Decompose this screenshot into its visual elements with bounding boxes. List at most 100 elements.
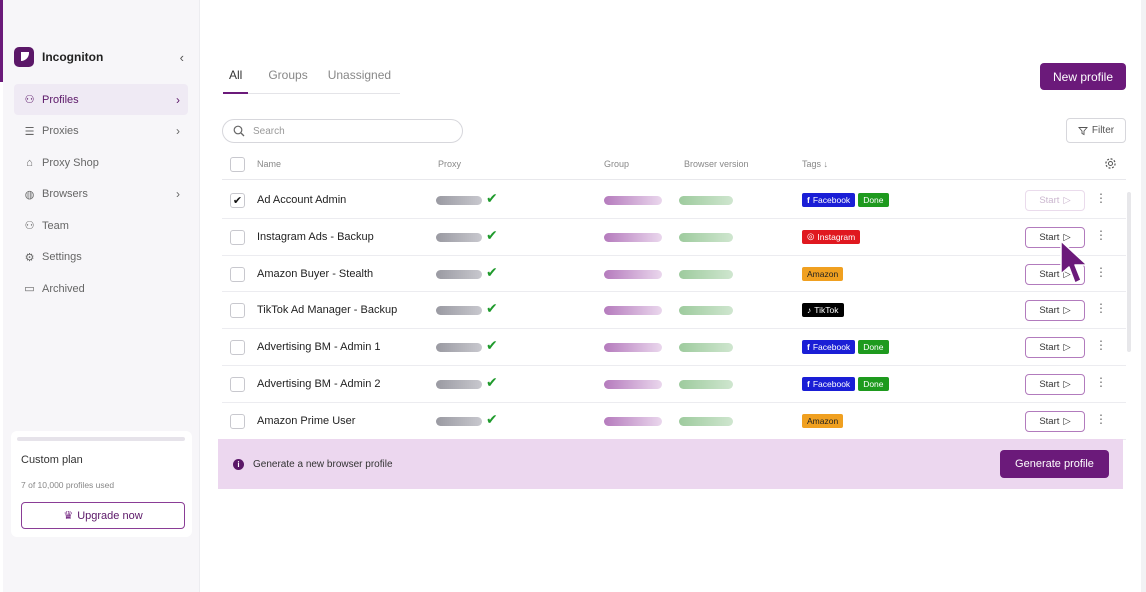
row-checkbox[interactable]: ✔ [230, 193, 245, 208]
row-menu-kebab-icon[interactable]: ⋮ [1095, 191, 1107, 205]
start-button[interactable]: Start ▷ [1025, 373, 1085, 395]
upgrade-label: Upgrade now [77, 509, 143, 522]
header-group[interactable]: Group [604, 159, 629, 169]
sidebar-item-browsers[interactable]: ◍ Browsers › [14, 179, 188, 210]
row-checkbox[interactable] [230, 413, 245, 429]
table-row[interactable]: Amazon Buyer - Stealth ✔ Amazon Start ▷ ⋮ [222, 256, 1126, 293]
profile-name[interactable]: TikTok Ad Manager - Backup [257, 304, 397, 316]
row-menu-kebab-icon[interactable]: ⋮ [1095, 265, 1107, 279]
collapse-sidebar-icon[interactable]: ‹ [180, 50, 184, 65]
start-button[interactable]: Start ▷ [1025, 410, 1085, 432]
row-menu-kebab-icon[interactable]: ⋮ [1095, 412, 1107, 426]
select-all-checkbox[interactable] [230, 157, 245, 172]
start-label: Start [1039, 305, 1060, 317]
window-edge [1141, 0, 1146, 592]
table-row[interactable]: TikTok Ad Manager - Backup ✔ ♪ TikTok Start ▷… [222, 292, 1126, 330]
tags-cell: f Facebook Done [802, 340, 889, 355]
row-checkbox[interactable] [230, 376, 245, 392]
tag-badge[interactable]: Done [858, 376, 889, 391]
list-icon: ☰ [24, 125, 35, 138]
start-label: Start [1039, 268, 1060, 280]
tag-badge[interactable]: ◎ Instagram [802, 229, 861, 244]
new-profile-button[interactable]: New profile [1040, 63, 1126, 90]
tag-badge[interactable]: f Facebook [802, 193, 856, 207]
tag-badge[interactable]: Amazon [802, 413, 844, 428]
instagram-icon: ◎ [807, 231, 815, 242]
table-row[interactable]: Amazon Prime User ✔ Amazon Start ▷ ⋮ [222, 403, 1126, 440]
app-name: Incogniton [42, 50, 104, 64]
tag-badge[interactable]: ♪ TikTok [802, 303, 844, 318]
proxy-indicator [436, 416, 482, 426]
play-icon: ▷ [1063, 378, 1071, 390]
generate-profile-button[interactable]: Generate profile [1000, 450, 1109, 478]
upgrade-button[interactable]: ♛ Upgrade now [21, 502, 185, 529]
tags-cell: Amazon [802, 266, 844, 281]
profile-name[interactable]: Amazon Buyer - Stealth [257, 268, 373, 280]
profile-name[interactable]: Ad Account Admin [257, 194, 346, 206]
row-menu-kebab-icon[interactable]: ⋮ [1095, 375, 1107, 389]
tag-badge[interactable]: Done [858, 193, 889, 207]
banner-text: Generate a new browser profile [253, 459, 393, 470]
table-scrollbar[interactable] [1127, 192, 1131, 352]
row-menu-kebab-icon[interactable]: ⋮ [1095, 301, 1107, 315]
tab-groups[interactable]: Groups [268, 66, 307, 94]
tag-label: Amazon [807, 415, 839, 426]
proxy-indicator [436, 196, 482, 205]
search-box[interactable] [222, 119, 463, 143]
team-icon: ⚇ [24, 220, 35, 232]
filter-label: Filter [1091, 125, 1115, 136]
sidebar-nav: ⚇ Profiles › ☰ Proxies › ⌂ Proxy Shop ◍ Browsers ›… [14, 84, 188, 305]
profiles-table-body: ✔ Ad Account Admin ✔ f Facebook Done Start ▷ ⋮ In… [222, 182, 1126, 440]
header-name[interactable]: Name [257, 159, 281, 169]
crown-icon: ♛ [63, 510, 74, 522]
row-menu-kebab-icon[interactable]: ⋮ [1095, 338, 1107, 352]
start-button[interactable]: Start ▷ [1025, 190, 1085, 211]
search-icon [233, 125, 245, 137]
start-button[interactable]: Start ▷ [1025, 300, 1085, 322]
header-proxy[interactable]: Proxy [438, 159, 461, 169]
header-browser-version[interactable]: Browser version [684, 159, 749, 169]
proxy-ok-check-icon: ✔ [486, 337, 498, 354]
table-row[interactable]: Advertising BM - Admin 1 ✔ f Facebook Done St… [222, 329, 1126, 366]
row-checkbox[interactable] [230, 340, 245, 356]
plan-card: Custom plan 7 of 10,000 profiles used ♛ … [11, 431, 192, 537]
info-icon: i [233, 459, 244, 470]
sidebar-item-team[interactable]: ⚇ Team [14, 210, 188, 241]
sidebar-item-profiles[interactable]: ⚇ Profiles › [14, 84, 188, 115]
play-icon: ▷ [1063, 415, 1071, 427]
profile-name[interactable]: Amazon Prime User [257, 415, 355, 427]
sidebar-item-archived[interactable]: ▭ Archived [14, 273, 188, 304]
row-checkbox[interactable] [230, 229, 245, 245]
browser-version-indicator [679, 379, 733, 389]
chevron-right-icon: › [176, 124, 180, 138]
column-settings-gear-icon[interactable] [1104, 157, 1117, 170]
table-row[interactable]: Instagram Ads - Backup ✔ ◎ Instagram Start ▷ ⋮ [222, 219, 1126, 256]
row-menu-kebab-icon[interactable]: ⋮ [1095, 228, 1107, 242]
header-tags[interactable]: Tags ↓ [802, 159, 828, 169]
group-indicator [604, 416, 662, 426]
tab-all[interactable]: All [223, 66, 249, 94]
filter-icon [1077, 126, 1088, 135]
tag-badge[interactable]: Done [858, 340, 889, 355]
tab-unassigned[interactable]: Unassigned [328, 66, 391, 94]
gear-icon: ⚙ [24, 251, 35, 264]
sidebar-item-settings[interactable]: ⚙ Settings [14, 242, 188, 273]
row-checkbox[interactable] [230, 266, 245, 282]
tag-badge[interactable]: Amazon [802, 266, 844, 281]
profile-name[interactable]: Instagram Ads - Backup [257, 231, 374, 243]
row-checkbox[interactable] [230, 303, 245, 319]
profile-name[interactable]: Advertising BM - Admin 1 [257, 341, 381, 353]
tag-badge[interactable]: f Facebook [802, 340, 856, 355]
profile-name[interactable]: Advertising BM - Admin 2 [257, 378, 381, 390]
sidebar-item-proxy-shop[interactable]: ⌂ Proxy Shop [14, 147, 188, 178]
sidebar-item-proxies[interactable]: ☰ Proxies › [14, 116, 188, 147]
sidebar-item-label: Profiles [42, 93, 79, 106]
search-input[interactable] [253, 125, 453, 137]
filter-button[interactable]: Filter [1066, 118, 1126, 143]
start-button[interactable]: Start ▷ [1025, 337, 1085, 359]
table-row[interactable]: Advertising BM - Admin 2 ✔ f Facebook Done St… [222, 366, 1126, 403]
table-header: Name Proxy Group Browser version Tags ↓ [222, 152, 1126, 180]
tag-label: TikTok [814, 305, 839, 316]
table-row[interactable]: ✔ Ad Account Admin ✔ f Facebook Done Start ▷ ⋮ [222, 182, 1126, 219]
tag-badge[interactable]: f Facebook [802, 376, 856, 391]
